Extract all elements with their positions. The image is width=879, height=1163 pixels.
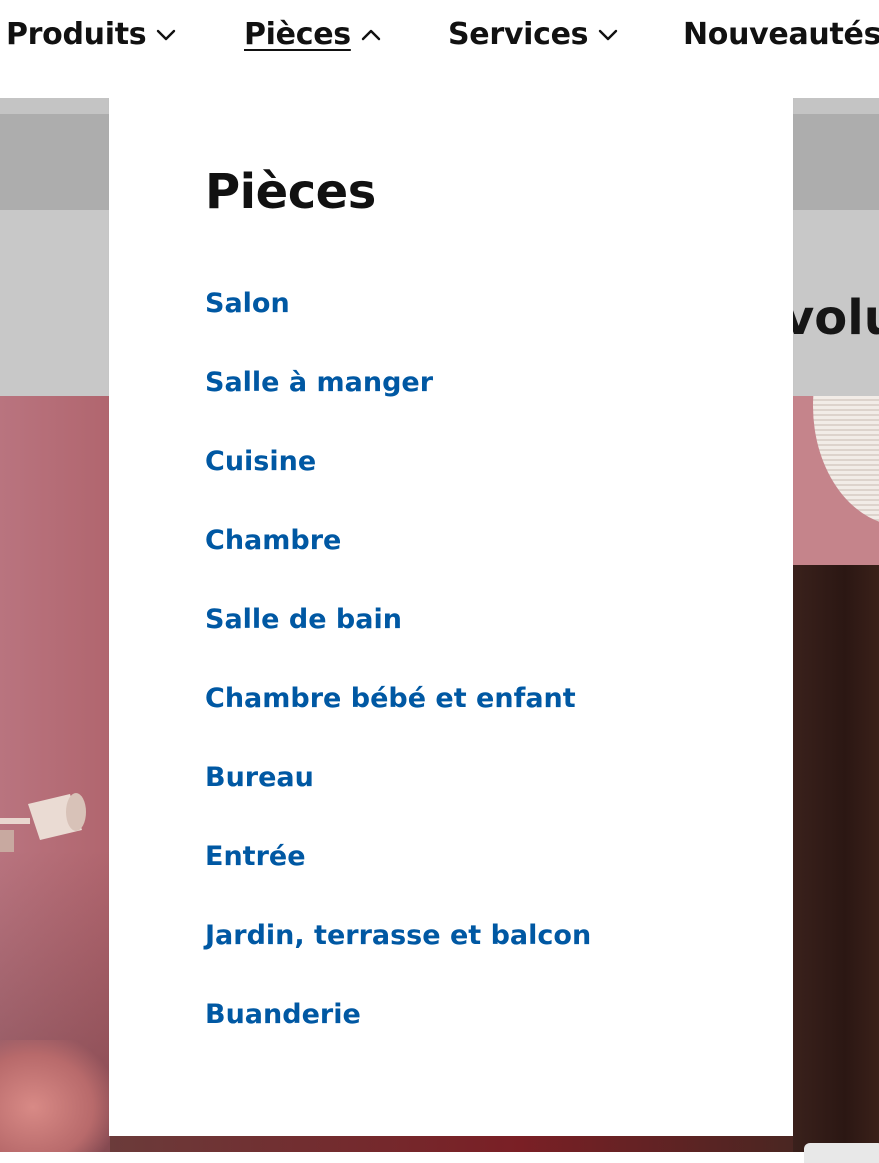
list-item: Bureau xyxy=(205,758,591,837)
menu-link-cuisine[interactable]: Cuisine xyxy=(205,442,316,482)
hero-wood-panel xyxy=(793,565,879,1152)
list-item: Salon xyxy=(205,284,591,363)
nav-item-label: Services xyxy=(448,17,589,52)
list-item: Entrée xyxy=(205,837,591,916)
banner-heading-fragment: volu xyxy=(783,290,879,346)
pendant-lamp-image xyxy=(793,396,879,546)
pieces-dropdown-panel: Pièces Salon Salle à manger Cuisine Cham… xyxy=(109,96,793,1136)
hero-bottom-strip xyxy=(110,1136,793,1152)
menu-link-salon[interactable]: Salon xyxy=(205,284,290,324)
floating-chip xyxy=(804,1143,879,1163)
menu-link-entree[interactable]: Entrée xyxy=(205,837,306,877)
nav-item-pieces[interactable]: Pièces xyxy=(244,14,381,56)
nav-item-label: Produits xyxy=(6,17,147,52)
main-navigation: Produits Pièces Services Nouveautés xyxy=(0,0,879,98)
menu-link-salle-a-manger[interactable]: Salle à manger xyxy=(205,363,433,403)
chevron-down-icon xyxy=(156,29,176,41)
nav-item-services[interactable]: Services xyxy=(448,14,618,56)
rooms-menu-list: Salon Salle à manger Cuisine Chambre Sal… xyxy=(205,284,591,1074)
list-item: Cuisine xyxy=(205,442,591,521)
list-item: Jardin, terrasse et balcon xyxy=(205,916,591,995)
menu-link-chambre-bebe-enfant[interactable]: Chambre bébé et enfant xyxy=(205,679,576,719)
menu-link-salle-de-bain[interactable]: Salle de bain xyxy=(205,600,402,640)
nav-item-produits[interactable]: Produits xyxy=(6,14,176,56)
nav-item-label: Nouveautés xyxy=(683,17,879,52)
list-item: Chambre bébé et enfant xyxy=(205,679,591,758)
nav-item-label: Pièces xyxy=(244,17,351,52)
sofa-image xyxy=(0,1040,110,1152)
nav-item-nouveautes[interactable]: Nouveautés xyxy=(683,14,879,56)
chevron-down-icon xyxy=(598,29,618,41)
menu-link-bureau[interactable]: Bureau xyxy=(205,758,314,798)
chevron-up-icon xyxy=(361,29,381,41)
menu-link-chambre[interactable]: Chambre xyxy=(205,521,341,561)
menu-link-buanderie[interactable]: Buanderie xyxy=(205,995,361,1035)
list-item: Salle à manger xyxy=(205,363,591,442)
menu-link-jardin[interactable]: Jardin, terrasse et balcon xyxy=(205,916,591,956)
list-item: Salle de bain xyxy=(205,600,591,679)
list-item: Chambre xyxy=(205,521,591,600)
dropdown-title: Pièces xyxy=(205,164,376,220)
list-item: Buanderie xyxy=(205,995,591,1074)
wall-lamp-image xyxy=(0,793,86,852)
